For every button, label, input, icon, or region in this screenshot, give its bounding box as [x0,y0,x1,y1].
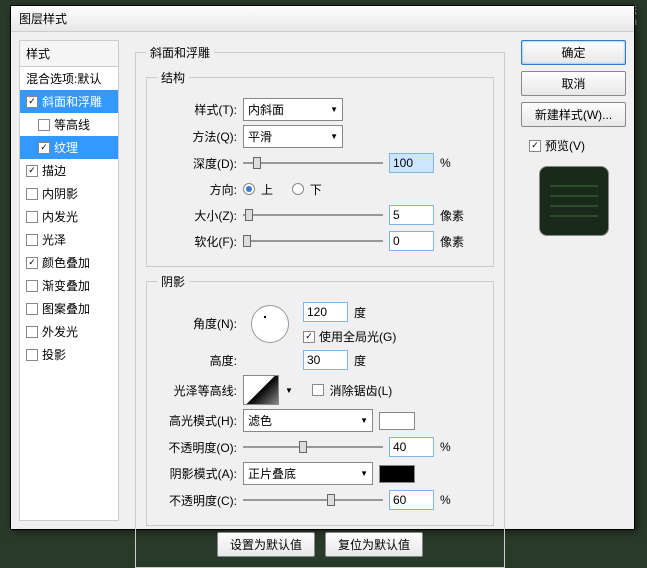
opacity1-input[interactable]: 40 [389,437,434,457]
opacity2-slider[interactable] [243,499,383,501]
technique-label: 方法(Q): [157,128,237,145]
shadow-mode-label: 阴影模式(A): [157,465,237,482]
angle-input[interactable]: 120 [303,302,348,322]
px-label: 像素 [440,207,464,224]
altitude-label: 高度: [157,352,237,369]
shadow-color-swatch[interactable] [379,465,415,483]
direction-up-radio[interactable] [243,183,255,195]
global-light-check[interactable] [303,331,315,343]
action-panel: 确定 取消 新建样式(W)... 预览(V) [521,40,626,521]
checkbox-icon[interactable] [26,234,38,246]
blend-options-item[interactable]: 混合选项:默认 [20,67,118,90]
ok-button[interactable]: 确定 [521,40,626,65]
checkbox-icon[interactable] [26,257,38,269]
opacity2-input[interactable]: 60 [389,490,434,510]
structure-legend: 结构 [157,69,189,86]
checkbox-icon[interactable] [26,303,38,315]
antialias-check[interactable] [312,384,324,396]
px-label: 像素 [440,233,464,250]
chevron-down-icon: ▼ [330,132,338,141]
checkbox-icon[interactable] [26,211,38,223]
chevron-down-icon: ▼ [360,469,368,478]
bevel-fieldset: 斜面和浮雕 结构 样式(T): 内斜面▼ 方法(Q): 平滑▼ 深度(D): 1… [135,44,505,568]
checkbox-icon[interactable] [26,165,38,177]
bevel-item[interactable]: 斜面和浮雕 [20,90,118,113]
outer-glow-item[interactable]: 外发光 [20,320,118,343]
styles-panel: 样式 混合选项:默认 斜面和浮雕 等高线 纹理 描边 内阴影 内发光 光泽 颜色… [19,40,119,521]
preview-check[interactable] [529,140,541,152]
pattern-overlay-item[interactable]: 图案叠加 [20,297,118,320]
shading-legend: 阴影 [157,273,189,290]
checkbox-icon[interactable] [38,142,50,154]
gradient-overlay-item[interactable]: 渐变叠加 [20,274,118,297]
depth-label: 深度(D): [157,155,237,172]
opacity2-label: 不透明度(C): [157,492,237,509]
gloss-contour-label: 光泽等高线: [157,382,237,399]
stroke-item[interactable]: 描边 [20,159,118,182]
inner-glow-item[interactable]: 内发光 [20,205,118,228]
soften-slider[interactable] [243,240,383,242]
highlight-mode-label: 高光模式(H): [157,412,237,429]
inner-shadow-item[interactable]: 内阴影 [20,182,118,205]
texture-item[interactable]: 纹理 [20,136,118,159]
angle-control[interactable] [251,305,289,343]
soften-label: 软化(F): [157,233,237,250]
angle-label: 角度(N): [157,315,237,332]
layer-style-dialog: 图层样式 样式 混合选项:默认 斜面和浮雕 等高线 纹理 描边 内阴影 内发光 … [10,5,635,530]
style-label: 样式(T): [157,101,237,118]
bevel-legend: 斜面和浮雕 [146,44,214,61]
drop-shadow-item[interactable]: 投影 [20,343,118,366]
chevron-down-icon: ▼ [330,105,338,114]
depth-input[interactable]: 100 [389,153,434,173]
opacity1-slider[interactable] [243,446,383,448]
checkbox-icon[interactable] [26,326,38,338]
checkbox-icon[interactable] [38,119,50,131]
size-input[interactable]: 5 [389,205,434,225]
style-combo[interactable]: 内斜面▼ [243,98,343,121]
checkbox-icon[interactable] [26,188,38,200]
cancel-button[interactable]: 取消 [521,71,626,96]
checkbox-icon[interactable] [26,280,38,292]
contour-item[interactable]: 等高线 [20,113,118,136]
satin-item[interactable]: 光泽 [20,228,118,251]
title-bar[interactable]: 图层样式 [11,6,634,32]
chevron-down-icon: ▼ [360,416,368,425]
chevron-down-icon[interactable]: ▼ [285,386,293,395]
soften-input[interactable]: 0 [389,231,434,251]
highlight-color-swatch[interactable] [379,412,415,430]
shadow-mode-combo[interactable]: 正片叠底▼ [243,462,373,485]
highlight-mode-combo[interactable]: 滤色▼ [243,409,373,432]
size-label: 大小(Z): [157,207,237,224]
preview-thumbnail [539,166,609,236]
preview-label: 预览(V) [545,137,585,154]
structure-fieldset: 结构 样式(T): 内斜面▼ 方法(Q): 平滑▼ 深度(D): 100 % [146,69,494,267]
size-slider[interactable] [243,214,383,216]
color-overlay-item[interactable]: 颜色叠加 [20,251,118,274]
styles-header: 样式 [20,41,118,67]
direction-down-radio[interactable] [292,183,304,195]
checkbox-icon[interactable] [26,96,38,108]
altitude-input[interactable]: 30 [303,350,348,370]
settings-panel: 斜面和浮雕 结构 样式(T): 内斜面▼ 方法(Q): 平滑▼ 深度(D): 1… [127,40,513,521]
dialog-title: 图层样式 [19,12,67,26]
checkbox-icon[interactable] [26,349,38,361]
depth-slider[interactable] [243,162,383,164]
new-style-button[interactable]: 新建样式(W)... [521,102,626,127]
shading-fieldset: 阴影 角度(N): 120 度 使用全局光(G) [146,273,494,526]
opacity1-label: 不透明度(O): [157,439,237,456]
technique-combo[interactable]: 平滑▼ [243,125,343,148]
direction-label: 方向: [157,181,237,198]
percent-label: % [440,156,451,170]
gloss-contour-picker[interactable] [243,375,279,405]
